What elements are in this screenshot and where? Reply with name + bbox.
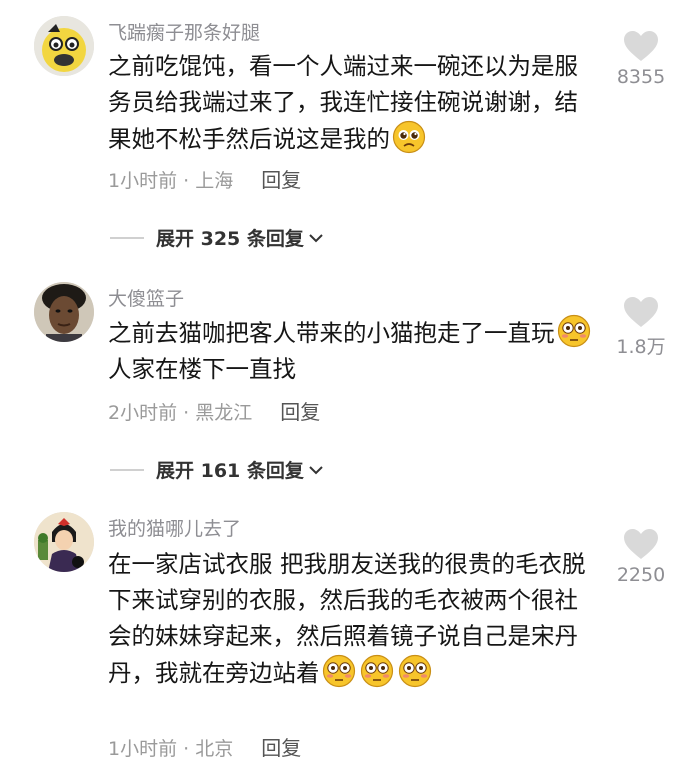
- timestamp-location: 1小时前 · 北京: [108, 738, 234, 760]
- flushed-face-icon: [360, 654, 393, 688]
- heart-icon: [624, 31, 658, 61]
- expand-replies-button[interactable]: 展开 161 条回复: [110, 456, 324, 483]
- comment-text-body: 之前吃馄饨，看一个人端过来一碗还以为是服务员给我端过来了，我连忙接住碗说谢谢，结…: [108, 52, 578, 153]
- chevron-down-icon: [309, 233, 323, 242]
- avatar[interactable]: [34, 282, 94, 342]
- like-count: 2250: [616, 564, 666, 586]
- comment-meta: 1小时前 · 北京 回复: [108, 732, 301, 761]
- like-count: 8355: [616, 66, 666, 88]
- timestamp-location: 1小时前 · 上海: [108, 170, 234, 192]
- comment-meta: 2小时前 · 黑龙江 回复: [108, 396, 320, 425]
- like-button[interactable]: 8355: [606, 30, 676, 88]
- username[interactable]: 我的猫哪儿去了: [108, 514, 241, 541]
- comment-text: 之前去猫咖把客人带来的小猫抱走了一直玩 人家在楼下一直找: [108, 314, 598, 387]
- username[interactable]: 飞踹瘸子那条好腿: [108, 18, 260, 45]
- avatar[interactable]: [34, 512, 94, 572]
- divider-line: [110, 236, 144, 239]
- comment-text: 之前吃馄饨，看一个人端过来一碗还以为是服务员给我端过来了，我连忙接住碗说谢谢，结…: [108, 48, 598, 157]
- expand-replies-label: 展开 161 条回复: [156, 460, 304, 482]
- comment-text: 在一家店试衣服 把我朋友送我的很贵的毛衣脱下来试穿别的衣服，然后我的毛衣被两个很…: [108, 546, 598, 691]
- girl-cat-avatar-icon: [34, 512, 94, 572]
- person-avatar-icon: [34, 282, 94, 342]
- reply-button[interactable]: 回复: [261, 736, 301, 760]
- flushed-face-icon: [398, 654, 431, 688]
- flushed-face-icon: [557, 314, 590, 348]
- like-button[interactable]: 2250: [606, 528, 676, 586]
- like-count: 1.8万: [616, 336, 666, 358]
- flushed-face-icon: [322, 654, 355, 688]
- timestamp-location: 2小时前 · 黑龙江: [108, 402, 253, 424]
- heart-icon: [624, 529, 658, 559]
- avatar[interactable]: [34, 16, 94, 76]
- pleading-face-icon: [392, 120, 426, 154]
- reply-button[interactable]: 回复: [261, 168, 301, 192]
- divider-line: [110, 468, 144, 471]
- comment-meta: 1小时前 · 上海 回复: [108, 164, 301, 193]
- expand-replies-label: 展开 325 条回复: [156, 228, 304, 250]
- username[interactable]: 大傻篮子: [108, 284, 184, 311]
- comment-text-part-2: 人家在楼下一直找: [108, 355, 296, 383]
- heart-icon: [624, 297, 658, 327]
- expand-replies-button[interactable]: 展开 325 条回复: [110, 224, 324, 251]
- duck-avatar-icon: [34, 16, 94, 76]
- chevron-down-icon: [309, 465, 323, 474]
- like-button[interactable]: 1.8万: [606, 296, 676, 359]
- comment-text-part-1: 之前去猫咖把客人带来的小猫抱走了一直玩: [108, 319, 555, 347]
- reply-button[interactable]: 回复: [280, 400, 320, 424]
